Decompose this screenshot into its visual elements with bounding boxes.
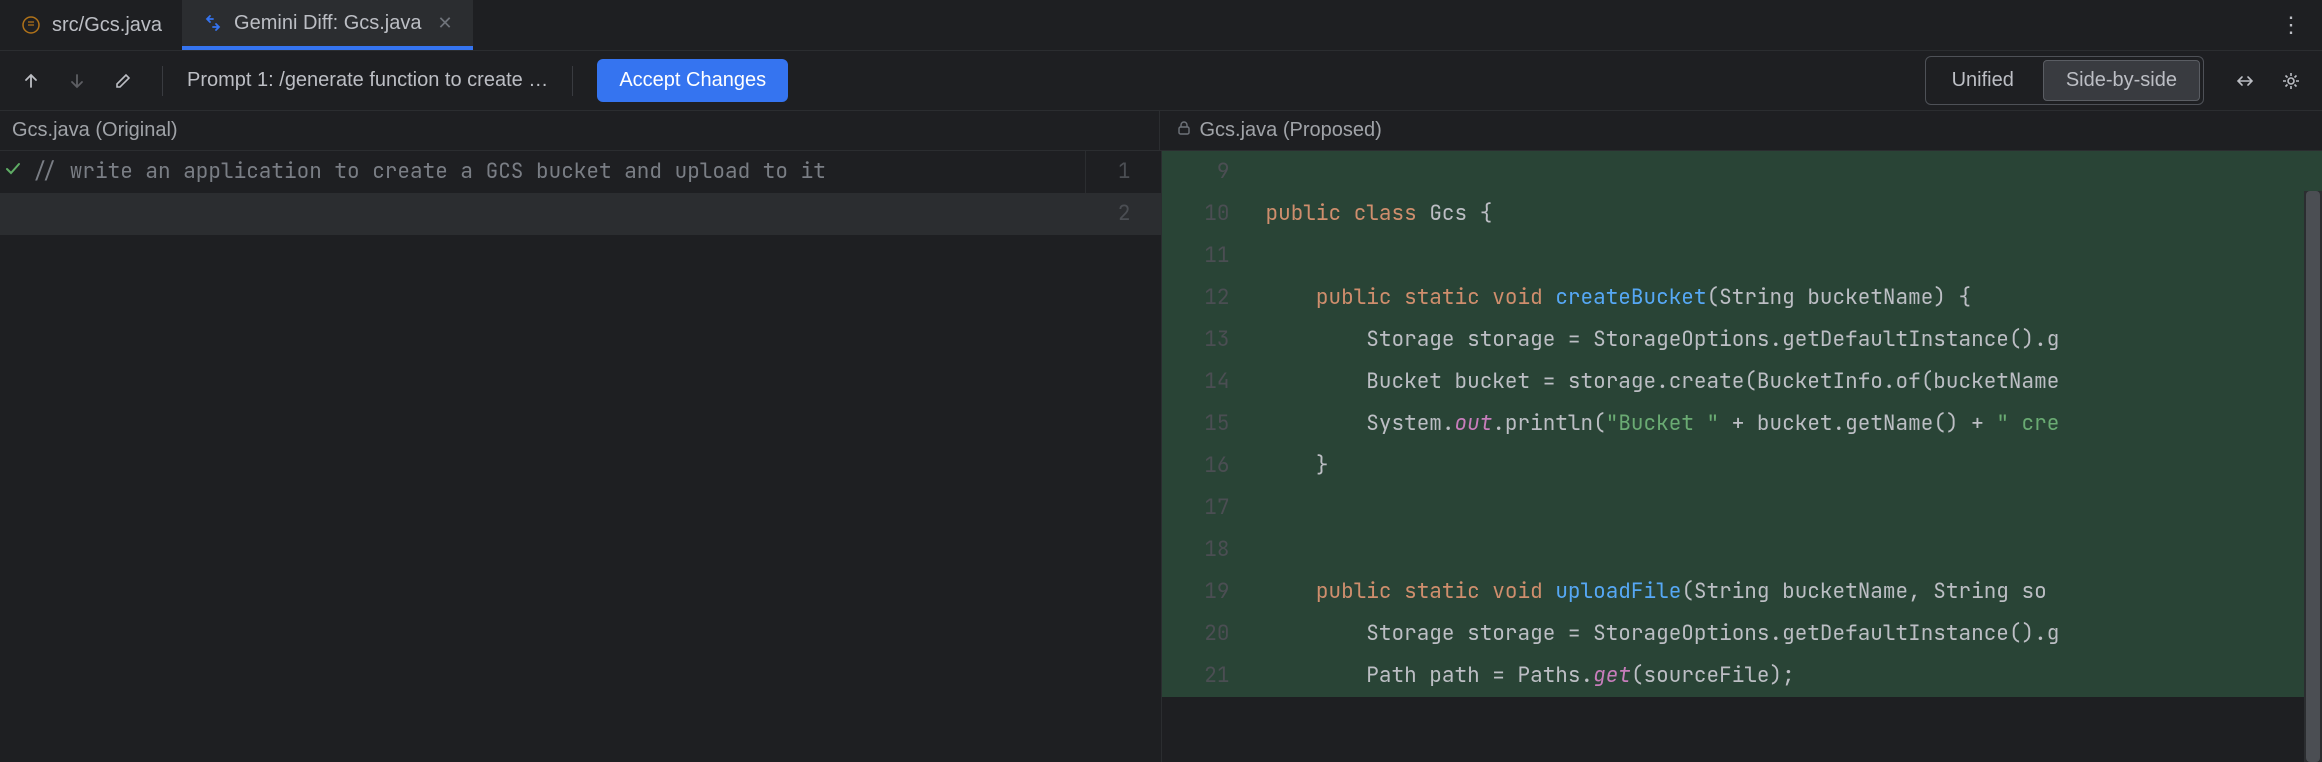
code-line: public static void createBucket(String b… bbox=[1266, 277, 2322, 319]
right-pane-header: Gcs.java (Proposed) bbox=[1159, 111, 2322, 150]
line-number: 13 bbox=[1176, 319, 1248, 361]
line-number: 10 bbox=[1176, 193, 1248, 235]
collapse-icon[interactable] bbox=[2230, 66, 2260, 96]
code-line: } bbox=[1266, 445, 2322, 487]
line-number: 19 bbox=[1176, 571, 1248, 613]
code-line: Path path = Paths.get(sourceFile); bbox=[1266, 655, 2322, 697]
accept-changes-button[interactable]: Accept Changes bbox=[597, 59, 788, 102]
original-pane[interactable]: // write an application to create a GCS … bbox=[0, 151, 1162, 762]
line-number: 17 bbox=[1176, 487, 1248, 529]
tab-diff-label: Gemini Diff: Gcs.java bbox=[234, 12, 421, 35]
line-number: 15 bbox=[1176, 403, 1248, 445]
proposed-pane[interactable]: 9 10 public class Gcs { 11 12 public stat… bbox=[1162, 151, 2322, 762]
left-pane-title: Gcs.java (Original) bbox=[12, 119, 178, 142]
prompt-label: Prompt 1: /generate function to create … bbox=[187, 69, 548, 92]
scrollbar[interactable] bbox=[2304, 191, 2322, 762]
line-number: 18 bbox=[1176, 529, 1248, 571]
code-line: System.out.println("Bucket " + bucket.ge… bbox=[1266, 403, 2322, 445]
gear-icon[interactable] bbox=[2276, 66, 2306, 96]
tab-file[interactable]: src/Gcs.java bbox=[0, 0, 182, 50]
line-number: 9 bbox=[1176, 151, 1248, 193]
code-line: public class Gcs { bbox=[1266, 193, 2322, 235]
tab-diff[interactable]: Gemini Diff: Gcs.java ✕ bbox=[182, 0, 473, 50]
right-pane-title: Gcs.java (Proposed) bbox=[1200, 119, 1382, 142]
line-number: 21 bbox=[1176, 655, 1248, 697]
code-line: // write an application to create a GCS … bbox=[26, 151, 1085, 193]
lock-icon bbox=[1176, 119, 1192, 142]
left-pane-header: Gcs.java (Original) bbox=[0, 111, 1159, 150]
line-number: 1 bbox=[1085, 151, 1147, 193]
side-by-side-button[interactable]: Side-by-side bbox=[2043, 60, 2200, 101]
line-number: 16 bbox=[1176, 445, 1248, 487]
line-number: 2 bbox=[1085, 193, 1147, 235]
arrow-up-icon[interactable] bbox=[16, 66, 46, 96]
check-icon bbox=[4, 151, 22, 193]
close-icon[interactable]: ✕ bbox=[438, 13, 453, 34]
edit-icon[interactable] bbox=[108, 66, 138, 96]
code-line: public static void uploadFile(String buc… bbox=[1266, 571, 2322, 613]
line-number: 14 bbox=[1176, 361, 1248, 403]
diff-icon bbox=[202, 12, 224, 34]
unified-button[interactable]: Unified bbox=[1930, 61, 2036, 100]
line-number: 12 bbox=[1176, 277, 1248, 319]
code-line: Storage storage = StorageOptions.getDefa… bbox=[1266, 613, 2322, 655]
java-file-icon bbox=[20, 14, 42, 36]
arrow-down-icon[interactable] bbox=[62, 66, 92, 96]
code-line: Storage storage = StorageOptions.getDefa… bbox=[1266, 319, 2322, 361]
view-mode-toggle: Unified Side-by-side bbox=[1925, 56, 2204, 105]
tab-file-label: src/Gcs.java bbox=[52, 14, 162, 37]
more-vertical-icon[interactable]: ⋮ bbox=[2260, 12, 2322, 38]
line-number: 20 bbox=[1176, 613, 1248, 655]
code-line: Bucket bucket = storage.create(BucketInf… bbox=[1266, 361, 2322, 403]
line-number: 11 bbox=[1176, 235, 1248, 277]
